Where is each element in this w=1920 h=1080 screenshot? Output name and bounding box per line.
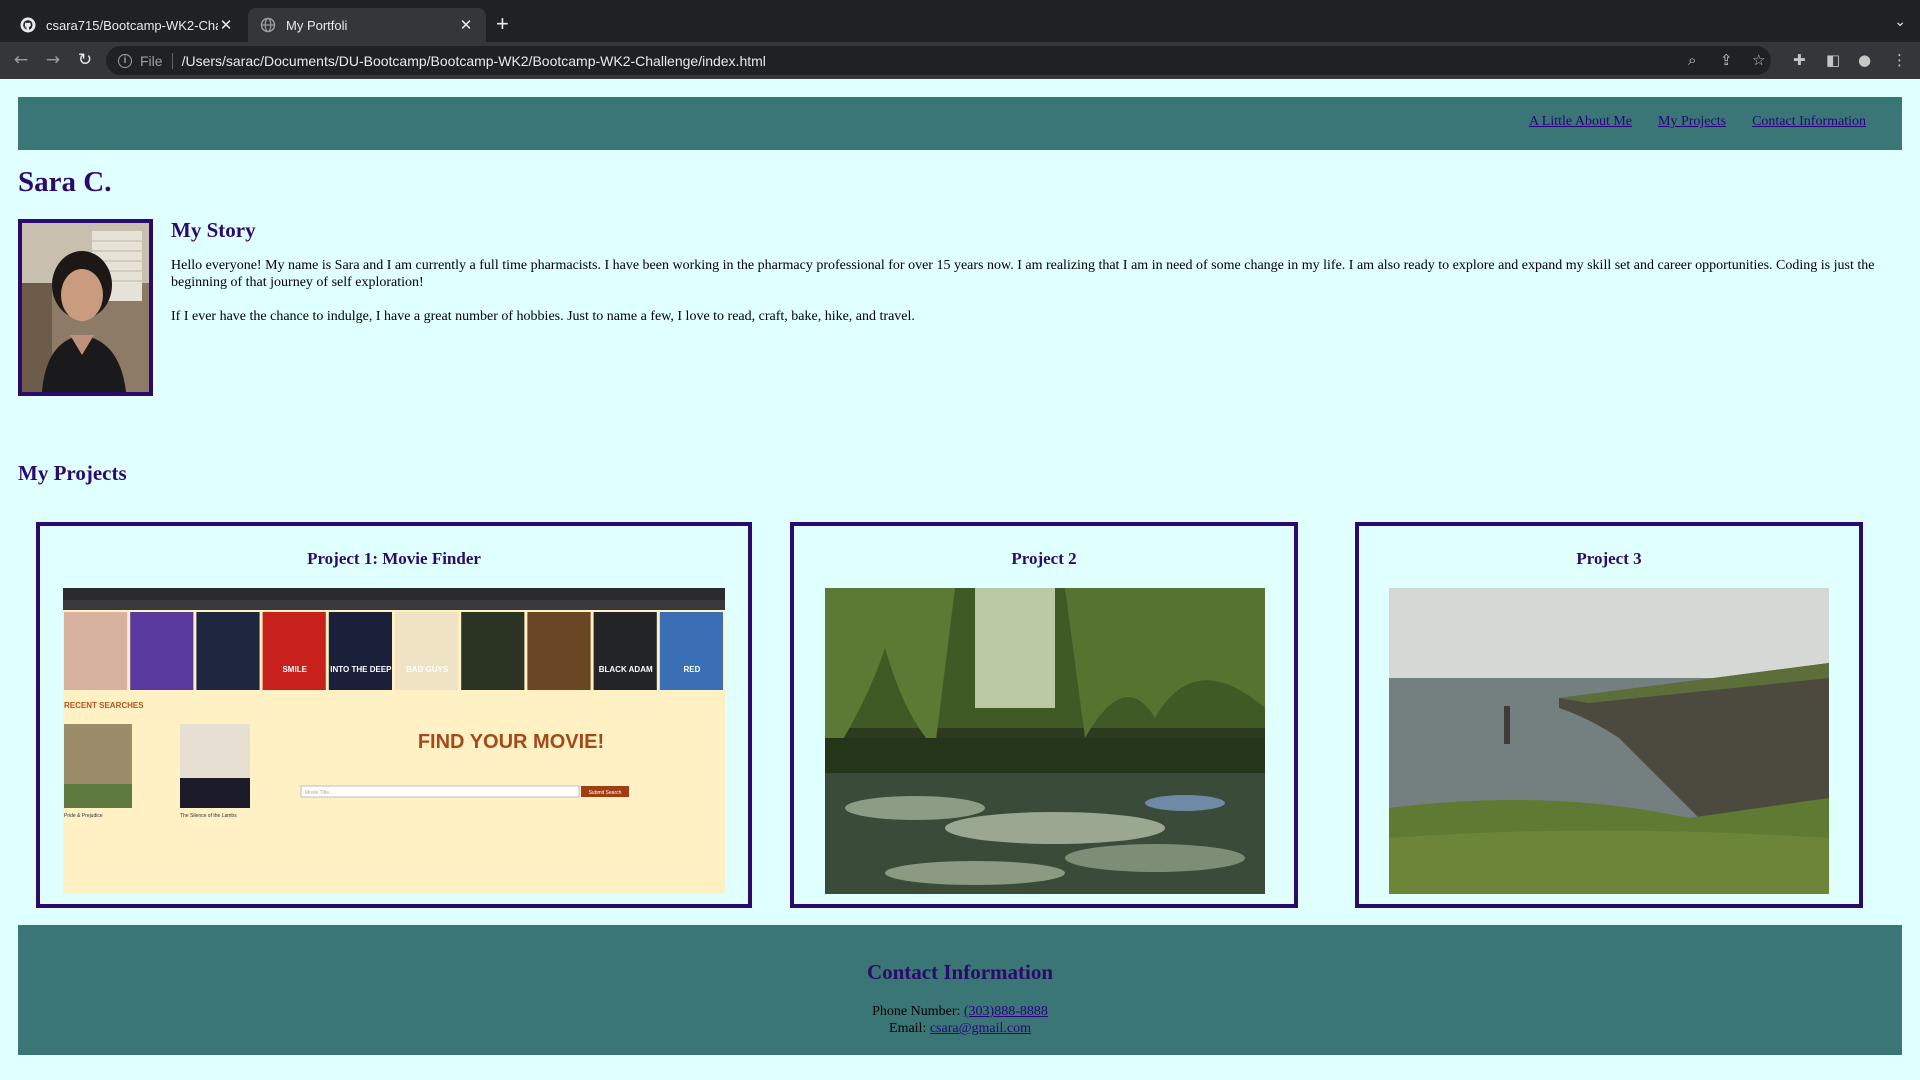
recent-search-title: Pride & Prejudice — [64, 813, 103, 819]
recent-searches-label: RECENT SEARCHES — [64, 701, 144, 710]
phone-label: Phone Number: — [872, 1004, 961, 1019]
project-card[interactable]: Project 1: Movie Finder SMILE INTO THE DE… — [36, 522, 752, 908]
movie-poster — [130, 612, 194, 690]
movie-poster-title: SMILE — [282, 665, 307, 674]
movie-poster — [461, 612, 525, 690]
movie-poster — [328, 612, 392, 690]
browser-menu-icon[interactable]: ⋮ — [1892, 51, 1907, 69]
movie-poster-title: BLACK ADAM — [599, 665, 653, 674]
browser-tab-portfolio[interactable]: My Portfoli ✕ — [248, 8, 486, 42]
project-title: Project 1: Movie Finder — [307, 549, 481, 568]
bookmark-star-icon[interactable]: ☆ — [1752, 51, 1765, 69]
email-line: Email: csara@gmail.com — [18, 1021, 1902, 1037]
tab-search-icon[interactable]: ⌄ — [1894, 14, 1906, 30]
movie-finder-headline: FIND YOUR MOVIE! — [418, 731, 604, 753]
movie-poster — [64, 612, 128, 690]
movie-poster-title: RED — [683, 665, 700, 674]
browser-tab-title: My Portfoli — [286, 17, 348, 33]
phone-line: Phone Number: (303)888-8888 — [18, 1004, 1902, 1020]
browser-tab-title: csara715/Bootcamp-WK2-Chal — [46, 17, 218, 33]
email-link[interactable]: csara@gmail.com — [930, 1021, 1031, 1036]
page-title: Sara C. — [18, 166, 112, 198]
browser-tab-github[interactable]: csara715/Bootcamp-WK2-Chal ✕ — [8, 8, 246, 42]
movie-poster — [527, 612, 591, 690]
side-panel-icon[interactable]: ◧ — [1826, 51, 1840, 69]
site-footer: Contact Information Phone Number: (303)8… — [18, 925, 1902, 1055]
site-header: A Little About Me My Projects Contact In… — [18, 97, 1902, 150]
back-arrow-icon[interactable]: ← — [9, 48, 33, 72]
share-icon[interactable]: ⇪ — [1720, 51, 1733, 69]
recent-search-title: The Silence of the Lambs — [180, 813, 237, 819]
section-title-my-projects: My Projects — [18, 461, 127, 485]
phone-link[interactable]: (303)888-8888 — [964, 1004, 1048, 1019]
project-image-sea-cliffs[interactable] — [1389, 588, 1829, 894]
project-title: Project 2 — [1011, 549, 1077, 568]
project-card[interactable]: Project 2 — [790, 522, 1298, 908]
movie-poster — [659, 612, 723, 690]
movie-poster-title: INTO THE DEEP — [330, 665, 392, 674]
forward-arrow-icon[interactable]: → — [41, 48, 65, 72]
reload-icon[interactable]: ↻ — [73, 48, 97, 72]
extensions-puzzle-icon[interactable]: ✚ — [1793, 51, 1806, 69]
movie-poster — [593, 612, 657, 690]
divider — [171, 52, 173, 69]
movie-poster-title: BAD GUYS — [406, 665, 449, 674]
profile-photo — [18, 219, 153, 396]
movie-poster — [262, 612, 326, 690]
portfolio-page: A Little About Me My Projects Contact In… — [0, 80, 1920, 1080]
zoom-icon[interactable]: ⌕ — [1688, 51, 1696, 69]
github-icon — [20, 17, 36, 33]
header-nav: A Little About Me My Projects Contact In… — [1529, 114, 1866, 130]
url-scheme-label: File — [140, 52, 163, 69]
nav-link-about[interactable]: A Little About Me — [1529, 114, 1632, 130]
project-screenshot-movie-finder[interactable]: SMILE INTO THE DEEP BAD GUYS BLACK ADAM RED … — [63, 588, 725, 894]
globe-icon — [260, 17, 276, 33]
movie-submit-button-label: Submit Search — [589, 790, 622, 796]
close-icon[interactable]: ✕ — [458, 16, 474, 34]
browser-toolbar: ← → ↻ i File /Users/sarac/Documents/DU-B… — [0, 42, 1920, 79]
story-paragraph: Hello everyone! My name is Sara and I am… — [171, 258, 1875, 290]
section-title-contact: Contact Information — [866, 960, 1054, 984]
close-icon[interactable]: ✕ — [218, 16, 234, 34]
project-card[interactable]: Project 3 — [1355, 522, 1863, 908]
url-text[interactable]: /Users/sarac/Documents/DU-Bootcamp/Bootc… — [182, 53, 766, 69]
email-label: Email: — [889, 1021, 927, 1036]
address-bar[interactable]: i File /Users/sarac/Documents/DU-Bootcam… — [106, 46, 1771, 75]
info-icon[interactable]: i — [118, 53, 132, 68]
nav-link-contact[interactable]: Contact Information — [1752, 114, 1866, 130]
movie-poster — [196, 612, 260, 690]
nav-link-projects[interactable]: My Projects — [1658, 114, 1726, 130]
project-title: Project 3 — [1576, 549, 1642, 568]
story-paragraph: If I ever have the chance to indulge, I … — [171, 309, 915, 324]
new-tab-icon[interactable]: + — [496, 12, 509, 36]
project-image-lily-pond[interactable] — [825, 588, 1265, 894]
browser-tab-strip: csara715/Bootcamp-WK2-Chal ✕ My Portfoli… — [0, 0, 1920, 42]
profile-avatar-icon[interactable]: ● — [1858, 51, 1871, 69]
movie-search-placeholder: Movie Title... — [305, 790, 333, 796]
section-title-my-story: My Story — [171, 218, 256, 242]
about-section: My Story Hello everyone! My name is Sara… — [171, 218, 1903, 342]
movie-poster — [395, 612, 459, 690]
